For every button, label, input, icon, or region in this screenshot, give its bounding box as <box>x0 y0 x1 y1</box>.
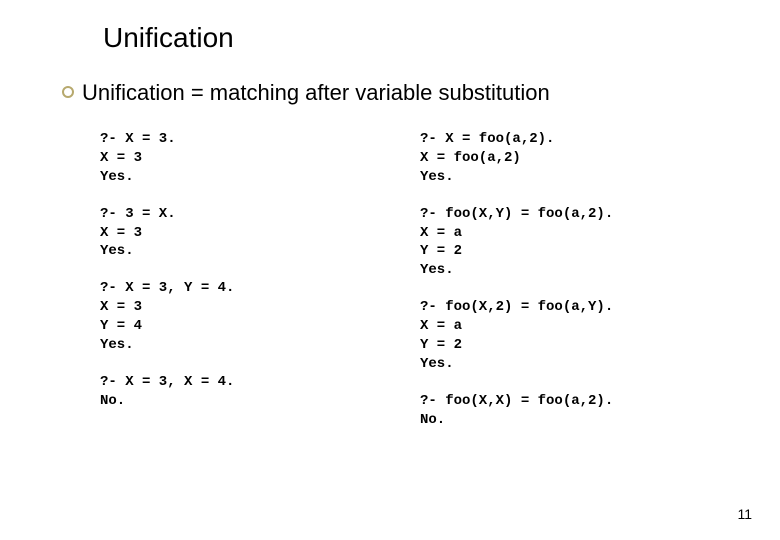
code-block: ?- X = 3, X = 4. No. <box>100 373 420 411</box>
subtitle: Unification = matching after variable su… <box>82 80 550 106</box>
bullet-icon <box>62 86 74 98</box>
slide: Unification Unification = matching after… <box>0 0 780 540</box>
code-block: ?- X = foo(a,2). X = foo(a,2) Yes. <box>420 130 700 187</box>
code-block: ?- 3 = X. X = 3 Yes. <box>100 205 420 262</box>
page-number: 11 <box>737 506 752 522</box>
code-block: ?- foo(X,X) = foo(a,2). No. <box>420 392 700 430</box>
code-block: ?- foo(X,Y) = foo(a,2). X = a Y = 2 Yes. <box>420 205 700 281</box>
code-columns: ?- X = 3. X = 3 Yes. ?- 3 = X. X = 3 Yes… <box>100 130 700 448</box>
page-title: Unification <box>103 22 234 54</box>
code-block: ?- X = 3, Y = 4. X = 3 Y = 4 Yes. <box>100 279 420 355</box>
code-column-left: ?- X = 3. X = 3 Yes. ?- 3 = X. X = 3 Yes… <box>100 130 420 448</box>
code-block: ?- X = 3. X = 3 Yes. <box>100 130 420 187</box>
code-block: ?- foo(X,2) = foo(a,Y). X = a Y = 2 Yes. <box>420 298 700 374</box>
code-column-right: ?- X = foo(a,2). X = foo(a,2) Yes. ?- fo… <box>420 130 700 448</box>
